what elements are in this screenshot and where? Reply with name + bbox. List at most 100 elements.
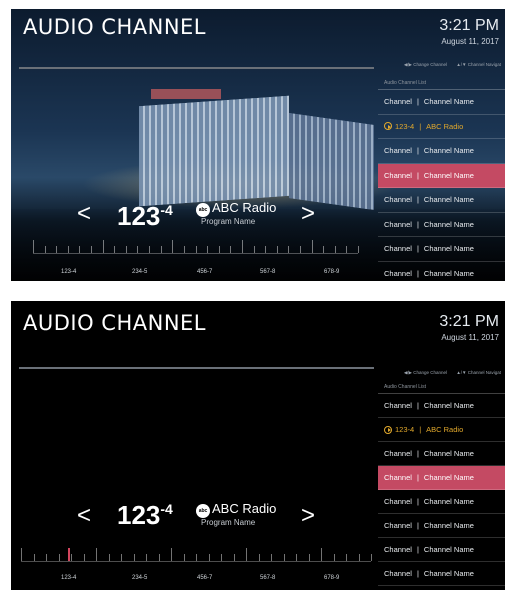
abc-logo-icon: abc <box>196 504 210 518</box>
list-item-selected[interactable]: Channel | Channel Name <box>378 163 505 188</box>
list-item-channel: Channel <box>384 146 412 156</box>
list-item[interactable]: Channel | Channel Name <box>378 562 505 586</box>
list-item[interactable]: Channel | Channel Name <box>378 139 505 164</box>
ruler-tick <box>333 554 335 561</box>
prev-channel-button[interactable]: < <box>77 202 91 226</box>
header-divider <box>19 67 374 69</box>
list-item[interactable]: Channel | Channel Name <box>378 262 505 282</box>
ruler-tick <box>371 554 372 561</box>
ruler-tick <box>67 246 69 253</box>
station-name: ABC Radio <box>212 200 277 215</box>
ruler-label: 567-8 <box>260 575 276 581</box>
ruler-tick <box>149 246 151 253</box>
list-item-selected[interactable]: Channel | Channel Name <box>378 466 505 490</box>
current-channel-number: 123-4 <box>117 500 173 531</box>
ruler-tick <box>91 246 93 253</box>
clock-date: August 11, 2017 <box>441 37 499 46</box>
ruler-tick <box>321 548 322 561</box>
ruler-tick <box>183 554 185 561</box>
current-channel-number: 123-4 <box>117 201 173 232</box>
ruler-tick <box>83 554 85 561</box>
ruler-tick <box>283 554 285 561</box>
list-item-now-playing[interactable]: 123-4 | ABC Radio <box>378 115 505 139</box>
clock: 3:21 PM August 11, 2017 <box>439 313 499 342</box>
ruler-label: 234-5 <box>132 575 148 581</box>
list-item-separator: | <box>416 195 419 205</box>
ruler-tick <box>334 246 336 253</box>
ruler-tick <box>233 554 235 561</box>
list-item[interactable]: Channel | Channel Name <box>378 213 505 237</box>
page-title: AUDIO CHANNEL <box>23 15 207 39</box>
ruler-tick <box>71 554 72 561</box>
ruler-tick <box>265 246 267 253</box>
list-item[interactable]: Channel | Channel Name <box>378 188 505 213</box>
ruler-tick <box>108 554 110 561</box>
ruler-tick <box>102 240 104 253</box>
hint-channel-navigate: ▲/▼ Channel Navigat <box>456 370 501 375</box>
list-item-channel: Channel <box>384 97 412 107</box>
channel-major: 123 <box>117 201 161 231</box>
now-playing-icon <box>384 425 392 434</box>
ruler-tick <box>258 554 260 561</box>
list-item-channel-name: Channel Name <box>423 219 474 229</box>
ruler-tick <box>221 554 222 561</box>
next-channel-button[interactable]: > <box>301 504 315 528</box>
list-item[interactable]: Channel | Channel Name <box>378 538 505 562</box>
ruler-tick <box>253 246 255 253</box>
list-item-separator: | <box>419 121 422 131</box>
ruler-tick <box>346 554 347 561</box>
hint-change-channel: ◀/▶ Change Channel <box>403 370 448 375</box>
program-name: Program Name <box>201 217 256 226</box>
program-name: Program Name <box>201 518 256 527</box>
ruler-tick <box>323 246 325 253</box>
list-item-channel-name: Channel Name <box>423 497 474 506</box>
clock-time: 3:21 PM <box>439 313 499 330</box>
hint-channel-navigate: ▲/▼ Channel Navigat <box>456 62 501 67</box>
prev-channel-button[interactable]: < <box>77 504 91 528</box>
list-item-separator: | <box>416 521 419 530</box>
list-item[interactable]: Channel | Channel Name <box>378 514 505 538</box>
list-item-separator: | <box>416 545 419 554</box>
list-item-channel: Channel <box>384 268 412 278</box>
header-divider <box>19 367 374 369</box>
channel-ruler[interactable] <box>33 240 359 254</box>
ruler-tick <box>146 554 147 561</box>
abc-logo-icon: abc <box>196 203 210 217</box>
key-hints: ◀/▶ Change Channel ▲/▼ Channel Navigat <box>396 370 501 376</box>
ruler-tick <box>195 246 197 253</box>
list-item-now-playing[interactable]: 123-4 | ABC Radio <box>378 418 505 442</box>
list-item-channel-name: Channel Name <box>423 244 474 254</box>
list-item-separator: | <box>416 146 419 156</box>
list-item-channel-name: Channel Name <box>423 146 474 156</box>
channel-ruler[interactable] <box>21 548 372 562</box>
ruler-label: 456-7 <box>197 269 213 275</box>
ruler-tick <box>44 246 46 253</box>
audio-channel-list: Audio Channel List Channel | Channel Name 1… <box>378 77 505 281</box>
ruler-label: 567-8 <box>260 269 276 275</box>
list-item[interactable]: Channel | Channel Name <box>378 442 505 466</box>
list-item-channel-name: Channel Name <box>423 97 474 107</box>
list-item-channel-name: ABC Radio <box>426 121 464 131</box>
list-item-channel-name: Channel Name <box>423 569 474 578</box>
list-item[interactable]: Channel | Channel Name <box>378 90 505 115</box>
ruler-tick <box>56 246 58 253</box>
list-header: Audio Channel List <box>378 77 505 90</box>
ruler-tick <box>241 240 243 253</box>
list-item-channel: Channel <box>384 244 412 254</box>
list-item-channel: Channel <box>384 473 412 482</box>
list-item-channel: Channel <box>384 497 412 506</box>
ruler-tick <box>160 246 162 253</box>
ruler-tick <box>33 554 35 561</box>
next-channel-button[interactable]: > <box>301 202 315 226</box>
ruler-tick <box>196 554 197 561</box>
audio-channel-screen-dark: AUDIO CHANNEL 3:21 PM August 11, 2017 ◀/… <box>11 301 505 590</box>
list-item-separator: | <box>416 97 419 107</box>
list-item[interactable]: Channel | Channel Name <box>378 490 505 514</box>
ruler-tick <box>276 246 278 253</box>
clock-time: 3:21 PM <box>439 17 499 34</box>
ruler-label: 456-7 <box>197 575 213 581</box>
list-item[interactable]: Channel | Channel Name <box>378 394 505 418</box>
list-item[interactable]: Channel | Channel Name <box>378 237 505 262</box>
ruler-label: 234-5 <box>132 269 148 275</box>
list-item-channel: Channel <box>384 545 412 554</box>
